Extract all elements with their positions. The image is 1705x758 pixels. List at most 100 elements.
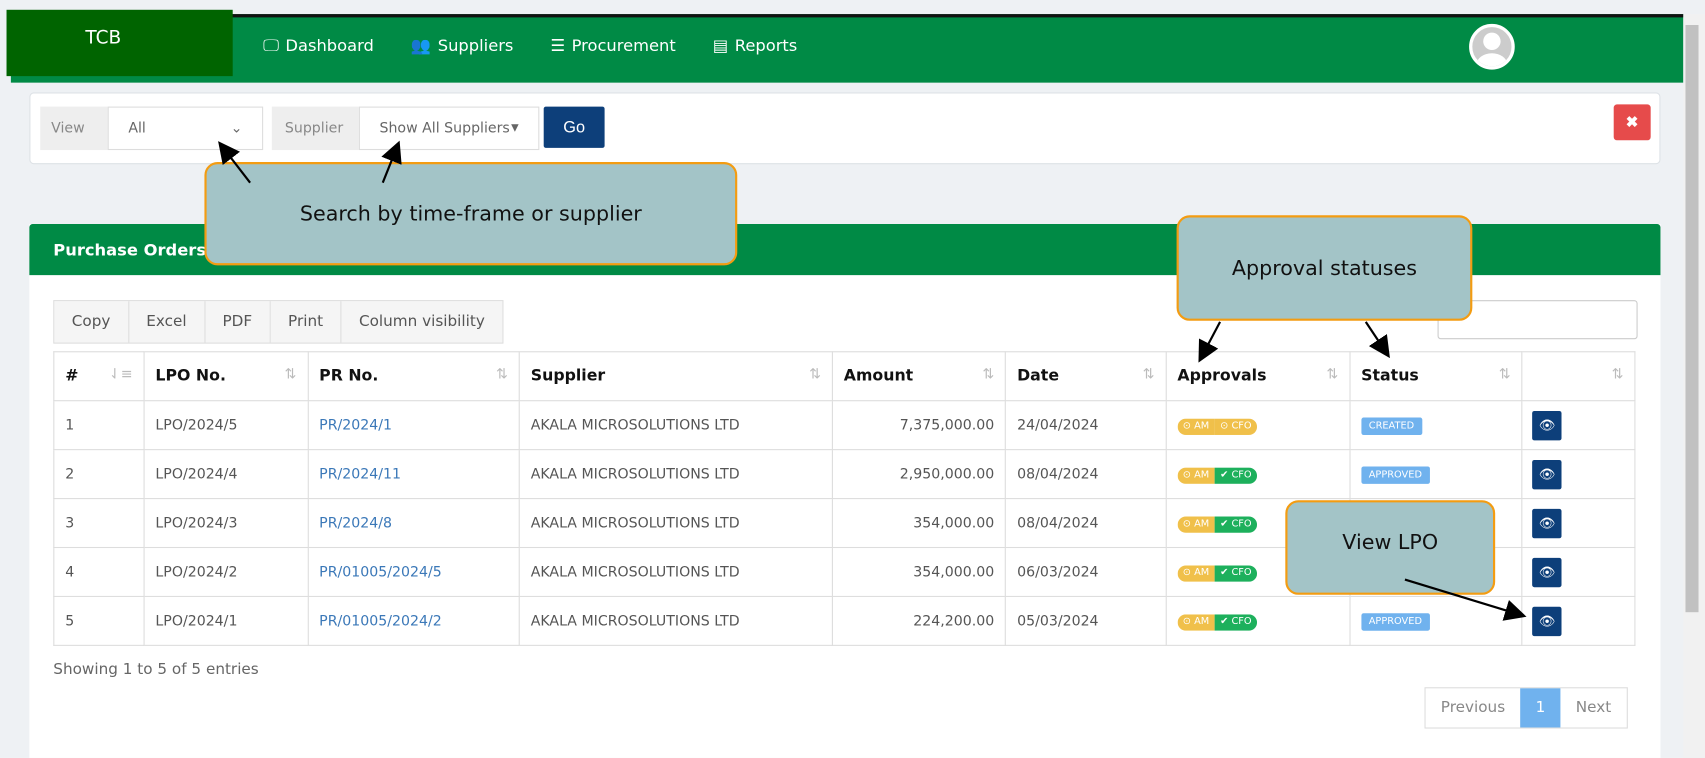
status-badge: APPROVED — [1361, 465, 1430, 484]
nav-reports[interactable]: ▤ Reports — [713, 36, 798, 56]
callout-view-lpo: View LPO — [1285, 500, 1496, 595]
cfo-approval: ✔ CFO — [1214, 467, 1258, 484]
nav-suppliers[interactable]: 👥 Suppliers — [411, 36, 514, 56]
pr-no-cell: PR/2024/1 — [307, 400, 520, 451]
status-badge: CREATED — [1361, 417, 1422, 435]
scrollbar[interactable] — [1683, 14, 1705, 758]
amount: 354,000.00 — [831, 498, 1007, 549]
page: TCB 🖵 Dashboard 👥 Suppliers ☰ Procurement ▤… — [0, 0, 1705, 758]
eye-icon: 👁 — [1538, 417, 1556, 433]
am-approval: ⊙ AM — [1177, 613, 1215, 631]
column-header[interactable]: Status ⇅ — [1349, 351, 1523, 402]
column-header[interactable]: ⇅ — [1521, 351, 1636, 402]
column-header[interactable]: Approvals ⇅ — [1165, 351, 1351, 402]
status-cell: APPROVED — [1349, 449, 1523, 500]
approval-chain: ⊙ AM ✔ CFO — [1177, 613, 1258, 631]
view-lpo-button[interactable]: 👁 — [1532, 459, 1562, 489]
nav-procurement[interactable]: ☰ Procurement — [550, 36, 675, 56]
pdf-button[interactable]: PDF — [205, 301, 271, 343]
pr-link[interactable]: PR/2024/8 — [319, 515, 392, 531]
amount: 2,950,000.00 — [831, 449, 1007, 500]
sort-icon[interactable]: ⇅ — [1612, 366, 1624, 382]
lpo-no: LPO/2024/3 — [143, 498, 309, 549]
supplier: AKALA MICROSOLUTIONS LTD — [518, 449, 833, 500]
nav-label: Procurement — [571, 35, 676, 56]
callout-search: Search by time-frame or supplier — [204, 162, 738, 266]
amount: 354,000.00 — [831, 546, 1007, 597]
monitor-icon: 🖵 — [263, 35, 279, 56]
column-header[interactable]: Amount ⇅ — [831, 351, 1007, 402]
sort-icon[interactable]: ⇅ — [809, 366, 821, 382]
column-header[interactable]: # ⇃≡ — [53, 351, 145, 402]
filter-bar: View All ⌄ Supplier Show All Suppliers ▼ G… — [29, 92, 1661, 165]
view-lpo-button[interactable]: 👁 — [1532, 557, 1562, 587]
column-header[interactable]: LPO No. ⇅ — [143, 351, 309, 402]
sort-icon[interactable]: ⇃≡ — [109, 366, 133, 382]
column-header-label: PR No. — [319, 367, 379, 385]
date: 05/03/2024 — [1005, 595, 1167, 646]
caret-down-icon: ▼ — [511, 122, 519, 134]
page-1-button[interactable]: 1 — [1520, 688, 1561, 728]
purchase-orders-table: # ⇃≡ LPO No. ⇅ PR No. ⇅ Supplier ⇅ Amount ⇅ Date ⇅ A… — [53, 351, 1636, 646]
amount: 7,375,000.00 — [831, 400, 1007, 451]
print-button[interactable]: Print — [270, 301, 342, 343]
main-nav: 🖵 Dashboard 👥 Suppliers ☰ Procurement ▤ Repo… — [263, 36, 797, 56]
action-cell: 👁 — [1521, 400, 1636, 451]
chevron-down-icon: ⌄ — [230, 120, 243, 137]
pr-link[interactable]: PR/01005/2024/5 — [319, 564, 442, 580]
pr-link[interactable]: PR/2024/1 — [319, 417, 392, 433]
action-cell: 👁 — [1521, 498, 1636, 549]
status-badge: APPROVED — [1361, 612, 1430, 631]
sort-icon[interactable]: ⇅ — [982, 366, 994, 382]
date: 08/04/2024 — [1005, 449, 1167, 500]
copy-button[interactable]: Copy — [54, 301, 129, 343]
brand-logo[interactable]: TCB — [6, 9, 233, 77]
supplier: AKALA MICROSOLUTIONS LTD — [518, 498, 833, 549]
row-number: 3 — [53, 498, 145, 549]
column-visibility-button[interactable]: Column visibility — [341, 301, 503, 343]
excel-button[interactable]: Excel — [128, 301, 206, 343]
pr-no-cell: PR/2024/11 — [307, 449, 520, 500]
column-header[interactable]: Date ⇅ — [1005, 351, 1167, 402]
previous-button[interactable]: Previous — [1426, 688, 1521, 727]
cfo-approval: ✔ CFO — [1214, 515, 1258, 533]
eye-icon: 👁 — [1538, 515, 1556, 531]
eye-icon: 👁 — [1538, 466, 1556, 482]
date: 06/03/2024 — [1005, 546, 1167, 597]
close-button[interactable]: ✖ — [1613, 104, 1651, 141]
sort-icon[interactable]: ⇅ — [496, 366, 508, 382]
sort-icon[interactable]: ⇅ — [1326, 366, 1338, 382]
export-buttons: Copy Excel PDF Print Column visibility — [53, 300, 504, 344]
sort-icon[interactable]: ⇅ — [1499, 366, 1511, 382]
scrollbar-thumb[interactable] — [1685, 25, 1699, 613]
go-button[interactable]: Go — [543, 106, 605, 148]
pr-link[interactable]: PR/01005/2024/2 — [319, 613, 442, 629]
sort-icon[interactable]: ⇅ — [284, 366, 296, 382]
pr-no-cell: PR/2024/8 — [307, 498, 520, 549]
approval-chain: ⊙ AM ⊙ CFO — [1177, 418, 1258, 435]
amount: 224,200.00 — [831, 595, 1007, 646]
pr-link[interactable]: PR/2024/11 — [319, 466, 401, 482]
supplier-select[interactable]: Show All Suppliers ▼ — [358, 106, 540, 151]
approval-chain: ⊙ AM ✔ CFO — [1177, 467, 1258, 484]
users-icon: 👥 — [410, 35, 432, 56]
view-label: View — [40, 106, 108, 151]
user-avatar[interactable] — [1469, 23, 1515, 70]
view-lpo-button[interactable]: 👁 — [1532, 606, 1562, 636]
status-cell: CREATED — [1349, 400, 1523, 451]
row-number: 5 — [53, 595, 145, 646]
column-header-label: Amount — [843, 367, 914, 385]
next-button[interactable]: Next — [1561, 688, 1627, 727]
column-header-label: LPO No. — [155, 367, 226, 385]
nav-dashboard[interactable]: 🖵 Dashboard — [263, 36, 374, 56]
sort-icon[interactable]: ⇅ — [1143, 366, 1155, 382]
column-header[interactable]: Supplier ⇅ — [518, 351, 833, 402]
view-select[interactable]: All ⌄ — [107, 106, 264, 151]
brand-text: TCB — [85, 26, 122, 49]
view-lpo-button[interactable]: 👁 — [1532, 508, 1562, 538]
supplier-label: Supplier — [271, 106, 359, 151]
view-lpo-button[interactable]: 👁 — [1532, 410, 1562, 440]
entries-info: Showing 1 to 5 of 5 entries — [53, 661, 259, 679]
column-header[interactable]: PR No. ⇅ — [307, 351, 520, 402]
supplier: AKALA MICROSOLUTIONS LTD — [518, 546, 833, 597]
